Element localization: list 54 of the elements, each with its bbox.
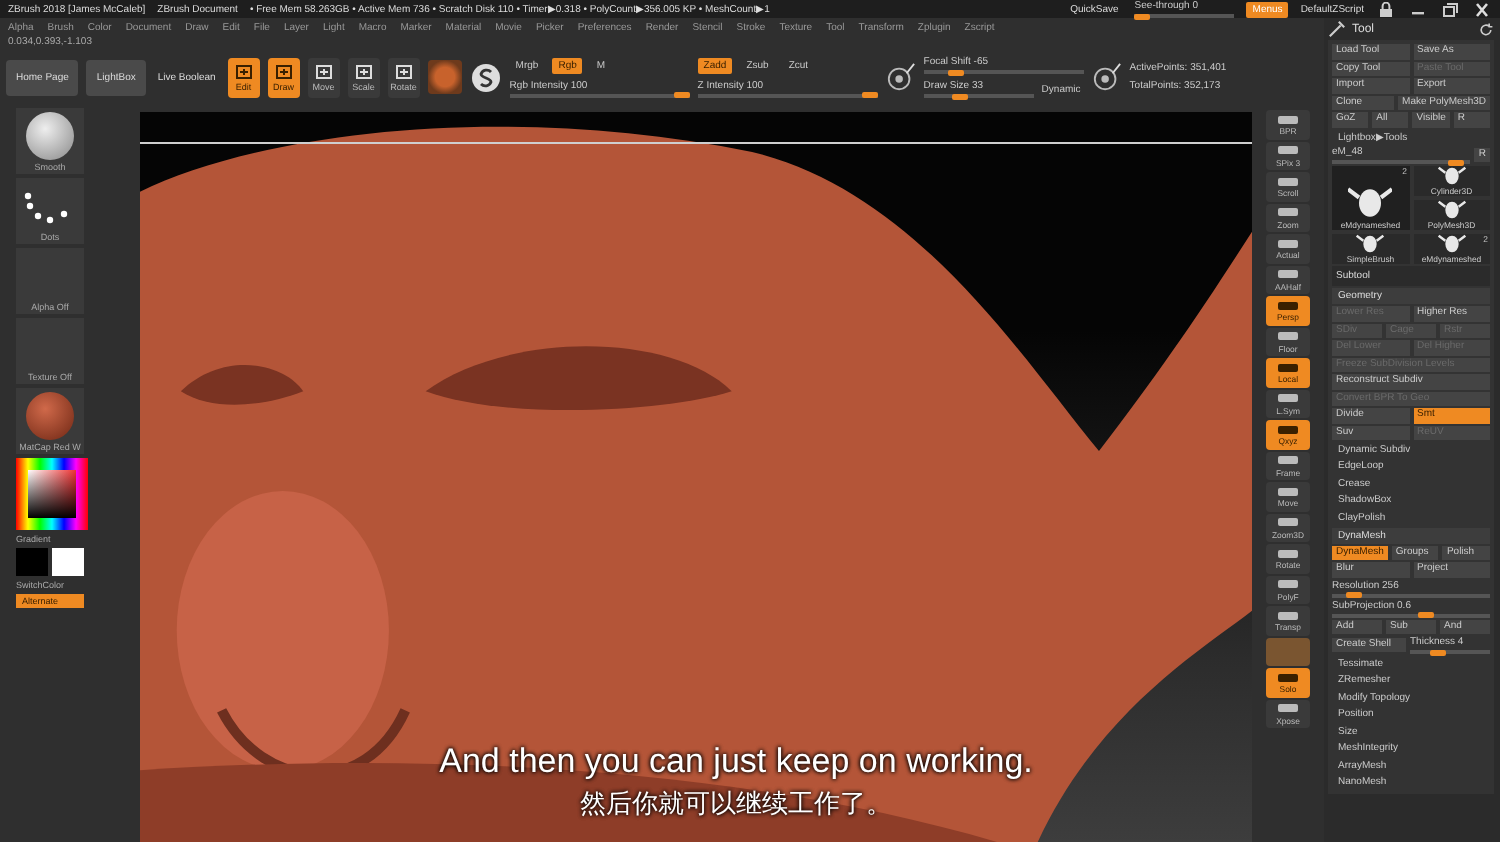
mode-glyph-icon	[313, 63, 334, 79]
model-thumb-icon	[1356, 234, 1385, 254]
shelf-glyph-icon	[1276, 516, 1300, 528]
shelf-glyph-icon	[1276, 578, 1300, 590]
mode-glyph-icon	[353, 63, 374, 79]
shelf-glyph-icon	[1276, 609, 1300, 621]
color-swatch[interactable]	[52, 548, 84, 576]
slider-thumb[interactable]	[1346, 592, 1363, 598]
model-thumb-icon	[1437, 166, 1466, 186]
subtitle-text: 然后你就可以继续工作了。	[580, 788, 892, 822]
points-circle-icon	[1091, 62, 1122, 92]
shelf-glyph-icon	[1276, 299, 1300, 311]
viewport-canvas[interactable]: And then you can just keep on working. 然后你就可以继续工作了。	[140, 112, 1252, 842]
restore-icon[interactable]	[1440, 1, 1460, 17]
shelf-glyph-icon	[1276, 485, 1300, 497]
shelf-glyph-icon	[1276, 268, 1300, 280]
shelf-glyph-icon	[1276, 237, 1300, 249]
slider-thumb[interactable]	[951, 93, 968, 99]
shelf-glyph-icon	[1276, 547, 1300, 559]
focal-circle-icon[interactable]	[885, 62, 916, 92]
model-thumb-icon	[1437, 200, 1466, 220]
shelf-glyph-icon	[1276, 454, 1300, 466]
slider-thumb[interactable]	[1134, 13, 1151, 19]
lock-icon[interactable]	[1376, 1, 1396, 17]
refresh-icon[interactable]	[1478, 21, 1494, 37]
slider-thumb[interactable]	[1448, 159, 1465, 165]
stroke-circle-icon[interactable]	[469, 61, 502, 93]
slider-thumb[interactable]	[861, 92, 878, 98]
shelf-glyph-icon	[1276, 144, 1300, 156]
material-sphere-icon	[26, 392, 74, 440]
brush-sphere-icon	[26, 112, 74, 160]
shelf-glyph-icon	[1276, 392, 1300, 404]
slider-thumb[interactable]	[948, 69, 965, 75]
shelf-glyph-icon	[1276, 175, 1300, 187]
shelf-glyph-icon	[1276, 206, 1300, 218]
shelf-glyph-icon	[1276, 671, 1300, 683]
color-picker[interactable]	[16, 458, 88, 530]
color-swatch[interactable]	[16, 548, 48, 576]
model-thumb-icon	[1437, 234, 1466, 254]
shelf-glyph-icon	[1276, 113, 1300, 125]
slider-thumb[interactable]	[1429, 649, 1446, 655]
mode-glyph-icon	[393, 63, 414, 79]
shelf-glyph-icon	[1276, 702, 1300, 714]
model-thumb-icon	[1348, 186, 1393, 220]
slider-thumb[interactable]	[673, 92, 690, 98]
shelf-glyph-icon	[1276, 361, 1300, 373]
shelf-glyph-icon	[1276, 423, 1300, 435]
mode-glyph-icon	[233, 63, 254, 79]
material-swatch-button[interactable]	[1266, 637, 1310, 666]
close-icon[interactable]	[1472, 1, 1492, 17]
shelf-glyph-icon	[1276, 330, 1300, 342]
subtitle-text: And then you can just keep on working.	[439, 742, 1033, 782]
mode-glyph-icon	[273, 63, 294, 79]
slider-thumb[interactable]	[1417, 612, 1434, 618]
